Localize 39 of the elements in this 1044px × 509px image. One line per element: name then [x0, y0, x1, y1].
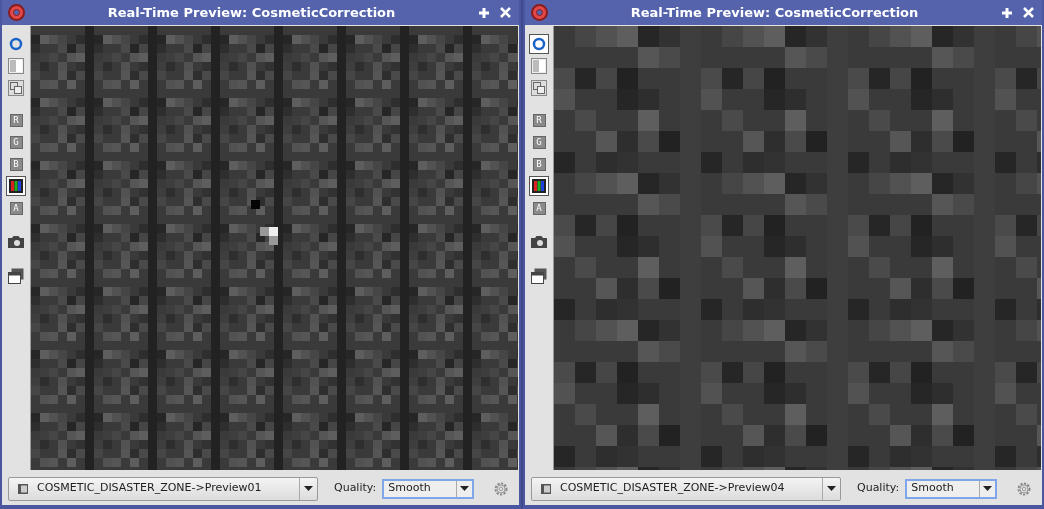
tool-button[interactable] — [529, 34, 549, 54]
channel-button[interactable]: B — [529, 154, 549, 174]
view-dropdown[interactable]: COSMETIC_DISASTER_ZONE->Preview01 — [8, 476, 318, 501]
channel-button[interactable]: G — [6, 132, 26, 152]
quality-label: Quality: — [857, 480, 900, 497]
channel-button[interactable]: B — [6, 154, 26, 174]
quality-select[interactable]: Smooth — [905, 478, 998, 499]
color-bars-icon — [9, 179, 23, 193]
quality-label: Quality: — [334, 480, 377, 497]
tool-button[interactable] — [529, 266, 549, 286]
channel-button[interactable]: A — [529, 198, 549, 218]
circle-icon — [9, 37, 23, 51]
overlapping-squares-icon — [8, 80, 24, 96]
window-title: Real-Time Preview: CosmeticCorrection — [629, 3, 920, 22]
camera-icon — [7, 235, 25, 249]
channel-button[interactable]: A — [6, 198, 26, 218]
quality-select[interactable]: Smooth — [382, 478, 475, 499]
settings-icon[interactable] — [493, 480, 509, 497]
document-icon — [540, 482, 552, 495]
settings-icon[interactable] — [1016, 480, 1032, 497]
tool-button[interactable] — [6, 176, 26, 196]
channel-button[interactable]: G — [529, 132, 549, 152]
circle-icon — [532, 37, 546, 51]
tool-button[interactable] — [6, 266, 26, 286]
color-bars-icon — [532, 179, 546, 193]
plus-icon[interactable] — [1001, 6, 1013, 19]
channel-button[interactable]: R — [6, 110, 26, 130]
overlapping-squares-icon — [531, 80, 547, 96]
document-icon — [17, 482, 29, 495]
windows-icon — [8, 268, 24, 284]
checker-icon — [8, 58, 24, 74]
windows-icon — [531, 268, 547, 284]
camera-icon — [530, 235, 548, 249]
channel-button[interactable]: R — [529, 110, 549, 130]
checker-icon — [531, 58, 547, 74]
view-dropdown[interactable]: COSMETIC_DISASTER_ZONE->Preview04 — [531, 476, 841, 501]
plus-icon[interactable] — [478, 6, 490, 19]
window-title: Real-Time Preview: CosmeticCorrection — [106, 3, 397, 22]
tool-button[interactable] — [529, 176, 549, 196]
